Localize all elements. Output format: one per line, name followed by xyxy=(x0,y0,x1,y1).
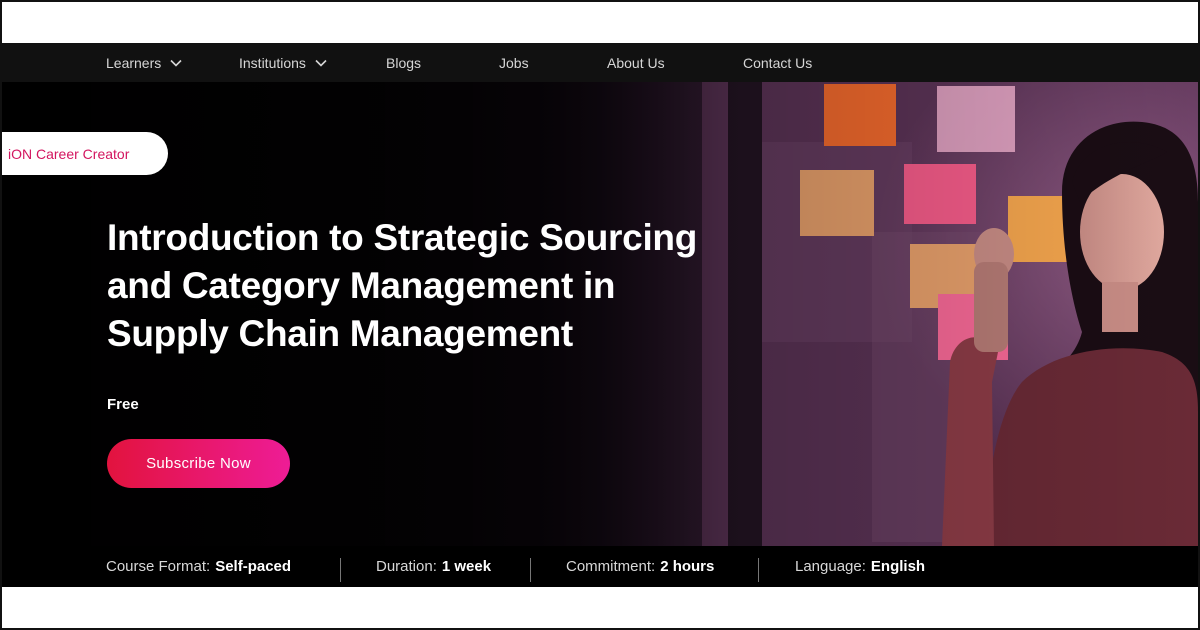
nav-item-institutions[interactable]: Institutions xyxy=(239,43,327,82)
chevron-down-icon xyxy=(170,59,182,67)
course-title-line: Introduction to Strategic Sourcing xyxy=(107,217,698,258)
top-navigation: Learners Institutions Blogs Jobs About U… xyxy=(2,43,1198,82)
nav-item-label: About Us xyxy=(607,54,665,71)
nav-item-label: Learners xyxy=(106,54,162,71)
nav-item-blogs[interactable]: Blogs xyxy=(386,43,421,82)
nav-item-learners[interactable]: Learners xyxy=(106,43,182,82)
nav-item-label: Blogs xyxy=(386,54,422,71)
divider xyxy=(530,558,531,582)
info-duration: Duration: 1 week xyxy=(376,546,491,587)
nav-item-label: Contact Us xyxy=(743,54,813,71)
course-price: Free xyxy=(107,396,139,413)
course-title: Introduction to Strategic Sourcing and C… xyxy=(107,214,727,358)
nav-item-label: Jobs xyxy=(499,54,529,71)
course-title-line: Supply Chain Management xyxy=(107,313,573,354)
nav-item-label: Institutions xyxy=(239,54,306,71)
course-info-bar: Course Format: Self-paced Duration: 1 we… xyxy=(2,546,1198,587)
chevron-down-icon xyxy=(315,59,327,67)
info-label: Commitment: xyxy=(566,558,656,575)
badge-label: iON Career Creator xyxy=(8,145,130,162)
nav-item-jobs[interactable]: Jobs xyxy=(499,43,529,82)
hero-banner: iON Career Creator Introduction to Strat… xyxy=(2,82,1198,546)
info-label: Language: xyxy=(795,558,866,575)
info-label: Course Format: xyxy=(106,558,211,575)
info-value: English xyxy=(870,558,926,575)
info-label: Duration: xyxy=(376,558,437,575)
divider xyxy=(758,558,759,582)
nav-item-contact-us[interactable]: Contact Us xyxy=(743,43,812,82)
info-course-format: Course Format: Self-paced xyxy=(106,546,291,587)
info-value: 2 hours xyxy=(660,558,715,575)
subscribe-now-button[interactable]: Subscribe Now xyxy=(107,439,290,488)
career-creator-badge: iON Career Creator xyxy=(2,132,168,175)
info-value: 1 week xyxy=(441,558,492,575)
nav-item-about-us[interactable]: About Us xyxy=(607,43,665,82)
divider xyxy=(340,558,341,582)
info-language: Language: English xyxy=(795,546,925,587)
info-value: Self-paced xyxy=(215,558,292,575)
info-commitment: Commitment: 2 hours xyxy=(566,546,714,587)
course-title-line: and Category Management in xyxy=(107,265,616,306)
